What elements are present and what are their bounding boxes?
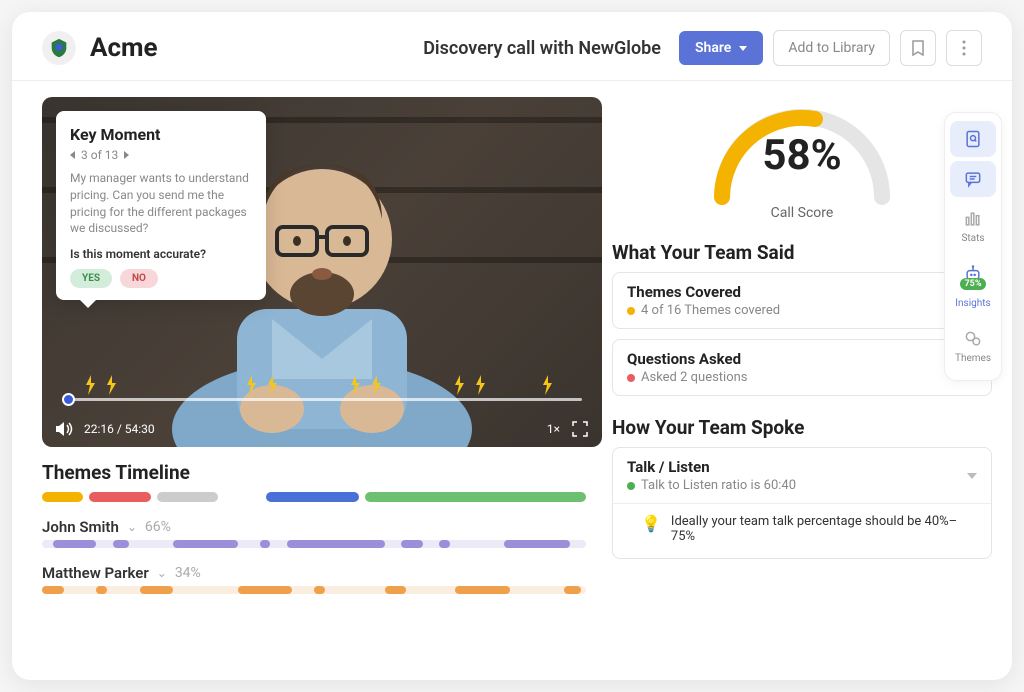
accurate-no-button[interactable]: NO [120, 269, 158, 288]
brand-name: Acme [90, 33, 158, 63]
themes-timeline-title: Themes Timeline [42, 461, 586, 484]
chevron-down-icon: ⌄ [127, 520, 137, 534]
key-moment-body: My manager wants to understand pricing. … [70, 170, 252, 237]
speaker-track [42, 586, 586, 594]
share-button[interactable]: Share [679, 31, 763, 65]
chevron-down-icon [967, 473, 977, 479]
playback-speed[interactable]: 1× [547, 422, 560, 436]
call-score-value: 58% [687, 131, 917, 180]
page-title: Discovery call with NewGlobe [423, 38, 661, 59]
lightbulb-icon: 💡 [641, 514, 661, 544]
key-moment-card: Key Moment 3 of 13 My manager wants to u… [56, 111, 266, 300]
sidebar-insights[interactable]: 75% Insights [950, 256, 996, 317]
insights-badge: 75% [960, 278, 987, 290]
questions-asked-card[interactable]: Questions Asked Asked 2 questions [612, 339, 992, 396]
main-content: Key Moment 3 of 13 My manager wants to u… [12, 81, 1012, 680]
prev-moment-button[interactable] [70, 151, 75, 159]
chevron-down-icon [739, 46, 747, 51]
header: Acme Discovery call with NewGlobe Share … [12, 12, 1012, 81]
themes-timeline-bar [42, 492, 586, 502]
key-moment-nav: 3 of 13 [70, 148, 252, 162]
sidebar-stats[interactable]: Stats [950, 201, 996, 252]
key-moment-markers [62, 373, 582, 395]
section-title: How Your Team Spoke [612, 416, 992, 439]
video-scrubber[interactable] [62, 398, 582, 401]
scrubber-handle[interactable] [62, 393, 75, 406]
volume-icon[interactable] [56, 421, 74, 437]
next-moment-button[interactable] [124, 151, 129, 159]
status-dot [627, 482, 635, 490]
speaker-row[interactable]: John Smith ⌄ 66% [42, 518, 586, 536]
status-dot [627, 307, 635, 315]
call-score-gauge: 58% Call Score [612, 97, 992, 221]
brand-logo [42, 31, 76, 65]
video-player[interactable]: Key Moment 3 of 13 My manager wants to u… [42, 97, 602, 447]
sidebar-comments[interactable] [950, 161, 996, 197]
more-menu-button[interactable] [946, 30, 982, 66]
talk-listen-card[interactable]: Talk / Listen Talk to Listen ratio is 60… [612, 447, 992, 559]
add-to-library-button[interactable]: Add to Library [773, 30, 890, 66]
key-moment-prompt: Is this moment accurate? [70, 247, 252, 261]
speaker-track [42, 540, 586, 548]
status-dot [627, 374, 635, 382]
sidebar-themes[interactable]: Themes [950, 321, 996, 372]
themes-covered-card[interactable]: Themes Covered 4 of 16 Themes covered [612, 272, 992, 329]
tip-row: 💡 Ideally your team talk percentage shou… [627, 512, 977, 554]
right-sidebar: Stats 75% Insights Themes [944, 112, 1002, 381]
sidebar-search[interactable] [950, 121, 996, 157]
video-time: 22:16 / 54:30 [84, 422, 155, 436]
video-controls: 22:16 / 54:30 1× [56, 421, 588, 437]
fullscreen-icon[interactable] [572, 421, 588, 437]
app-window: Acme Discovery call with NewGlobe Share … [12, 12, 1012, 680]
bookmark-button[interactable] [900, 30, 936, 66]
accurate-yes-button[interactable]: YES [70, 269, 112, 288]
chevron-down-icon: ⌄ [157, 566, 167, 580]
speaker-row[interactable]: Matthew Parker ⌄ 34% [42, 564, 586, 582]
left-column: Key Moment 3 of 13 My manager wants to u… [12, 81, 602, 680]
section-title: What Your Team Said [612, 241, 992, 264]
key-moment-title: Key Moment [70, 125, 252, 144]
call-score-label: Call Score [771, 205, 834, 221]
